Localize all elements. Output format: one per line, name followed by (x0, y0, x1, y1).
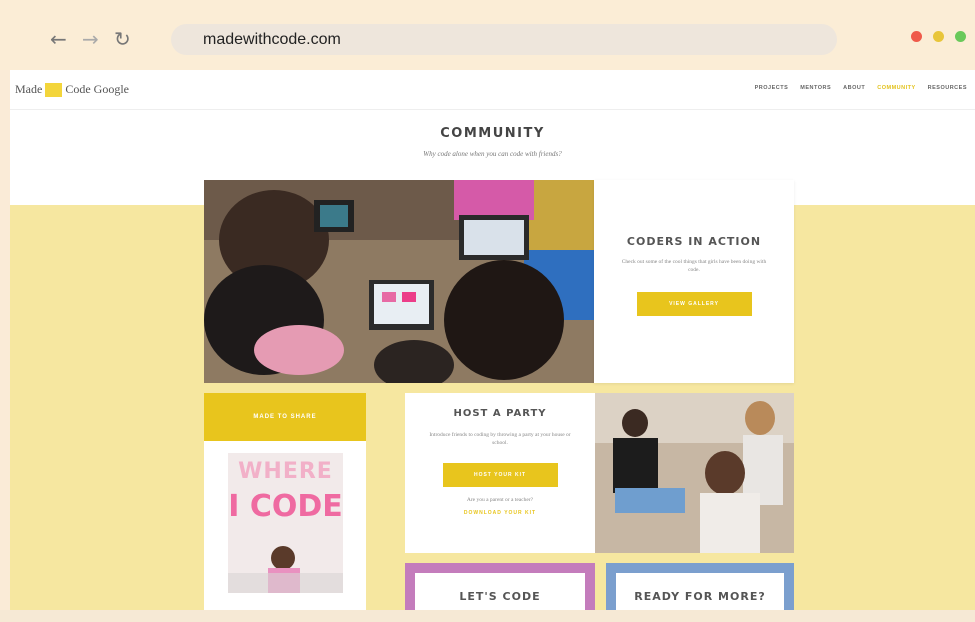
girls-group-photo (595, 393, 794, 553)
girls-coding-photo (204, 180, 594, 383)
page-viewport: Made Code Google PROJECTS MENTORS ABOUT … (10, 70, 975, 610)
ready-for-more-inner: READY FOR MORE? (616, 573, 784, 610)
girl-photo (228, 546, 343, 593)
site-logo[interactable]: Made Code Google (15, 82, 129, 97)
ready-for-more-card[interactable]: READY FOR MORE? (606, 563, 794, 610)
url-text: madewithcode.com (203, 31, 341, 48)
arrow-right-icon[interactable]: → (82, 26, 99, 52)
logo-word-code: Code (65, 82, 91, 96)
nav-projects[interactable]: PROJECTS (755, 85, 789, 91)
lets-code-title: LET'S CODE (459, 590, 541, 603)
reload-icon[interactable]: ↻ (114, 26, 131, 52)
coders-in-action-card: CODERS IN ACTION Check out some of the c… (594, 180, 794, 383)
lets-code-inner: LET'S CODE (415, 573, 585, 610)
made-to-share-header[interactable]: MADE TO SHARE (204, 393, 366, 441)
host-a-party-card: HOST A PARTY Introduce friends to coding… (405, 393, 595, 553)
logo-word-google: Google (93, 82, 129, 96)
host-a-party-text: Introduce friends to coding by throwing … (429, 432, 571, 446)
maximize-window-icon[interactable] (955, 31, 966, 42)
nav-community[interactable]: COMMUNITY (877, 85, 915, 91)
coders-in-action-title: CODERS IN ACTION (626, 235, 762, 248)
hero-photo (204, 180, 594, 383)
nav-mentors[interactable]: MENTORS (800, 85, 831, 91)
party-photo (595, 393, 794, 553)
host-your-kit-button[interactable]: HOST YOUR KIT (442, 463, 558, 487)
arrow-left-icon[interactable]: ← (50, 26, 67, 52)
site-header: Made Code Google PROJECTS MENTORS ABOUT … (10, 70, 975, 110)
nav-about[interactable]: ABOUT (843, 85, 865, 91)
lets-code-card[interactable]: LET'S CODE (405, 563, 595, 610)
download-kit-link[interactable]: DOWNLOAD YOUR KIT (405, 510, 595, 516)
browser-toolbar: ← → ↻ madewithcode.com (0, 0, 975, 70)
page-subtitle: Why code alone when you can code with fr… (423, 150, 562, 158)
close-window-icon[interactable] (911, 31, 922, 42)
where-i-code-poster: WHERE I CODE (228, 453, 343, 593)
nav-resources[interactable]: RESOURCES (928, 85, 967, 91)
host-a-party-title: HOST A PARTY (453, 408, 547, 419)
top-nav: PROJECTS MENTORS ABOUT COMMUNITY RESOURC… (755, 85, 967, 91)
ready-for-more-title: READY FOR MORE? (634, 590, 766, 603)
window-bottom-edge (0, 610, 975, 622)
minimize-window-icon[interactable] (933, 31, 944, 42)
logo-word-made: Made (15, 82, 43, 96)
page-title: COMMUNITY (440, 126, 545, 141)
logo-mark-icon (45, 82, 63, 97)
made-to-share-card: MADE TO SHARE WHERE I CODE (204, 393, 366, 610)
address-bar[interactable]: madewithcode.com (171, 24, 837, 55)
parent-teacher-question: Are you a parent or a teacher? (466, 497, 534, 503)
view-gallery-button[interactable]: VIEW GALLERY (636, 292, 752, 316)
coders-in-action-text: Check out some of the cool things that g… (621, 259, 767, 273)
